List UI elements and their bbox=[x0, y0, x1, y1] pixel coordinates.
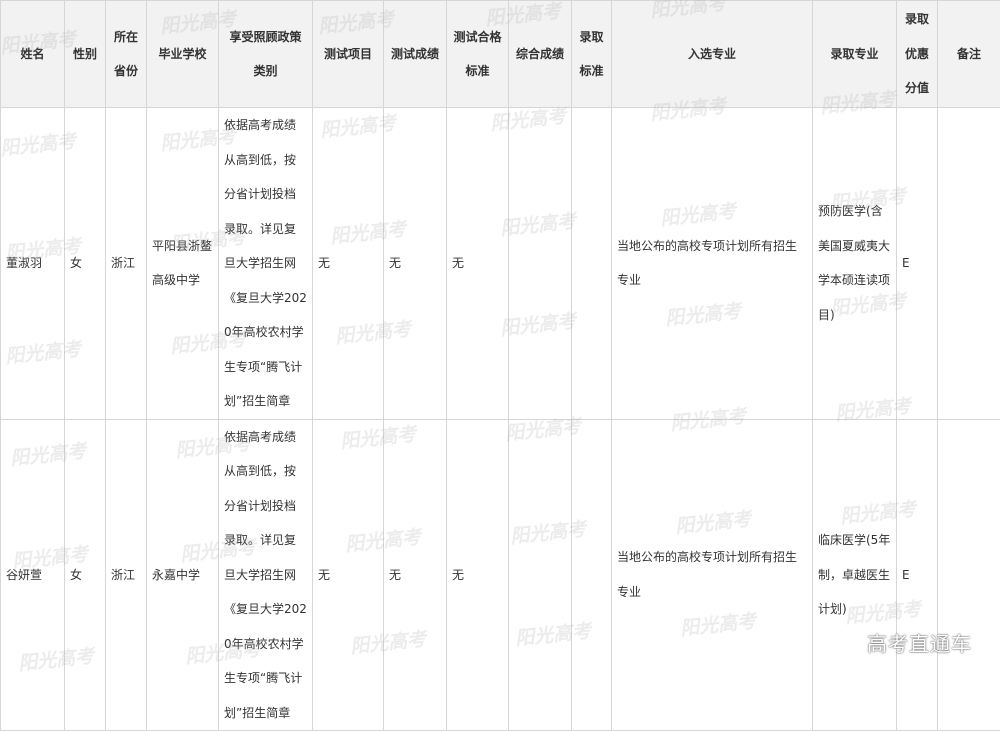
col-header-selected-major: 入选专业 bbox=[612, 1, 813, 108]
cell-school: 平阳县浙鳌高级中学 bbox=[147, 108, 219, 420]
col-header-test-score: 测试成绩 bbox=[384, 1, 447, 108]
cell-composite-score bbox=[509, 419, 572, 731]
cell-province: 浙江 bbox=[106, 419, 147, 731]
cell-admission-standard bbox=[572, 108, 612, 420]
header-row: 姓名 性别 所在省份 毕业学校 享受照顾政策类别 测试项目 测试成绩 测试合格标… bbox=[1, 1, 1000, 108]
cell-selected-major: 当地公布的高校专项计划所有招生专业 bbox=[612, 108, 813, 420]
cell-selected-major: 当地公布的高校专项计划所有招生专业 bbox=[612, 419, 813, 731]
cell-name: 谷妍萱 bbox=[1, 419, 65, 731]
cell-pass-standard: 无 bbox=[447, 419, 509, 731]
cell-test-item: 无 bbox=[313, 419, 384, 731]
cell-admission-standard bbox=[572, 419, 612, 731]
cell-admitted-major: 临床医学(5年制，卓越医生计划) bbox=[813, 419, 897, 731]
col-header-policy: 享受照顾政策类别 bbox=[219, 1, 313, 108]
col-header-name: 姓名 bbox=[1, 1, 65, 108]
col-header-admitted-major: 录取专业 bbox=[813, 1, 897, 108]
table-row: 谷妍萱 女 浙江 永嘉中学 依据高考成绩从高到低，按分省计划投档录取。详见复旦大… bbox=[1, 419, 1000, 731]
cell-pass-standard: 无 bbox=[447, 108, 509, 420]
table-row: 董淑羽 女 浙江 平阳县浙鳌高级中学 依据高考成绩从高到低，按分省计划投档录取。… bbox=[1, 108, 1000, 420]
cell-remarks bbox=[938, 419, 1000, 731]
cell-admitted-major: 预防医学(含美国夏威夷大学本硕连读项目) bbox=[813, 108, 897, 420]
cell-gender: 女 bbox=[65, 419, 106, 731]
col-header-school: 毕业学校 bbox=[147, 1, 219, 108]
cell-name: 董淑羽 bbox=[1, 108, 65, 420]
cell-policy: 依据高考成绩从高到低，按分省计划投档录取。详见复旦大学招生网《复旦大学2020年… bbox=[219, 108, 313, 420]
col-header-province: 所在省份 bbox=[106, 1, 147, 108]
col-header-admission-standard: 录取标准 bbox=[572, 1, 612, 108]
cell-test-item: 无 bbox=[313, 108, 384, 420]
col-header-remarks: 备注 bbox=[938, 1, 1000, 108]
cell-gender: 女 bbox=[65, 108, 106, 420]
cell-province: 浙江 bbox=[106, 108, 147, 420]
cell-remarks bbox=[938, 108, 1000, 420]
cell-composite-score bbox=[509, 108, 572, 420]
col-header-test-item: 测试项目 bbox=[313, 1, 384, 108]
cell-test-score: 无 bbox=[384, 108, 447, 420]
col-header-bonus-points: 录取优惠分值 bbox=[897, 1, 938, 108]
col-header-gender: 性别 bbox=[65, 1, 106, 108]
cell-test-score: 无 bbox=[384, 419, 447, 731]
cell-school: 永嘉中学 bbox=[147, 419, 219, 731]
brand-watermark: 高考直通车 bbox=[867, 628, 972, 657]
cell-policy: 依据高考成绩从高到低，按分省计划投档录取。详见复旦大学招生网《复旦大学2020年… bbox=[219, 419, 313, 731]
cell-bonus-points: E bbox=[897, 419, 938, 731]
col-header-pass-standard: 测试合格标准 bbox=[447, 1, 509, 108]
admission-table: 姓名 性别 所在省份 毕业学校 享受照顾政策类别 测试项目 测试成绩 测试合格标… bbox=[0, 0, 1000, 731]
col-header-composite-score: 综合成绩 bbox=[509, 1, 572, 108]
cell-bonus-points: E bbox=[897, 108, 938, 420]
